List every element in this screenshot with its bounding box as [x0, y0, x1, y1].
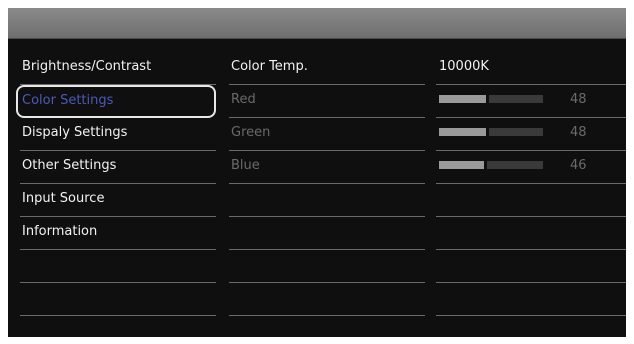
value-empty-row	[436, 217, 626, 250]
color-temp-value[interactable]: 10000K	[436, 52, 626, 85]
submenu-item-blue[interactable]: Blue	[229, 151, 425, 184]
green-slider[interactable]	[439, 128, 543, 136]
menu-item-input-source[interactable]: Input Source	[20, 184, 216, 217]
color-settings-submenu: Color Temp. Red Green Blue	[229, 52, 425, 316]
red-slider[interactable]	[439, 95, 543, 103]
blue-slider[interactable]	[439, 161, 543, 169]
green-slider-fill	[439, 128, 489, 136]
green-slider-row: 48	[436, 118, 626, 151]
submenu-empty-row	[229, 217, 425, 250]
blue-value: 46	[570, 158, 587, 173]
value-column: 10000K 48 48 46	[436, 52, 626, 316]
osd-menu: Brightness/Contrast Color Settings Dispa…	[8, 8, 626, 337]
menu-item-display-settings[interactable]: Dispaly Settings	[20, 118, 216, 151]
green-value: 48	[570, 125, 587, 140]
red-value: 48	[570, 92, 587, 107]
menu-item-information[interactable]: Information	[20, 217, 216, 250]
submenu-empty-row	[229, 250, 425, 283]
menu-item-other-settings[interactable]: Other Settings	[20, 151, 216, 184]
red-slider-fill	[439, 95, 489, 103]
menu-item-color-settings[interactable]: Color Settings	[16, 85, 216, 118]
blue-slider-row: 46	[436, 151, 626, 184]
submenu-item-green[interactable]: Green	[229, 118, 425, 151]
submenu-empty-row	[229, 283, 425, 316]
value-empty-row	[436, 283, 626, 316]
menu-empty-row	[20, 250, 216, 283]
submenu-item-red[interactable]: Red	[229, 85, 425, 118]
submenu-empty-row	[229, 184, 425, 217]
red-slider-row: 48	[436, 85, 626, 118]
main-menu: Brightness/Contrast Color Settings Dispa…	[16, 52, 216, 316]
blue-slider-fill	[439, 161, 487, 169]
menu-item-brightness-contrast[interactable]: Brightness/Contrast	[20, 52, 216, 85]
value-empty-row	[436, 250, 626, 283]
submenu-item-color-temp[interactable]: Color Temp.	[229, 52, 425, 85]
value-empty-row	[436, 184, 626, 217]
osd-header	[8, 8, 626, 39]
menu-empty-row	[20, 283, 216, 316]
